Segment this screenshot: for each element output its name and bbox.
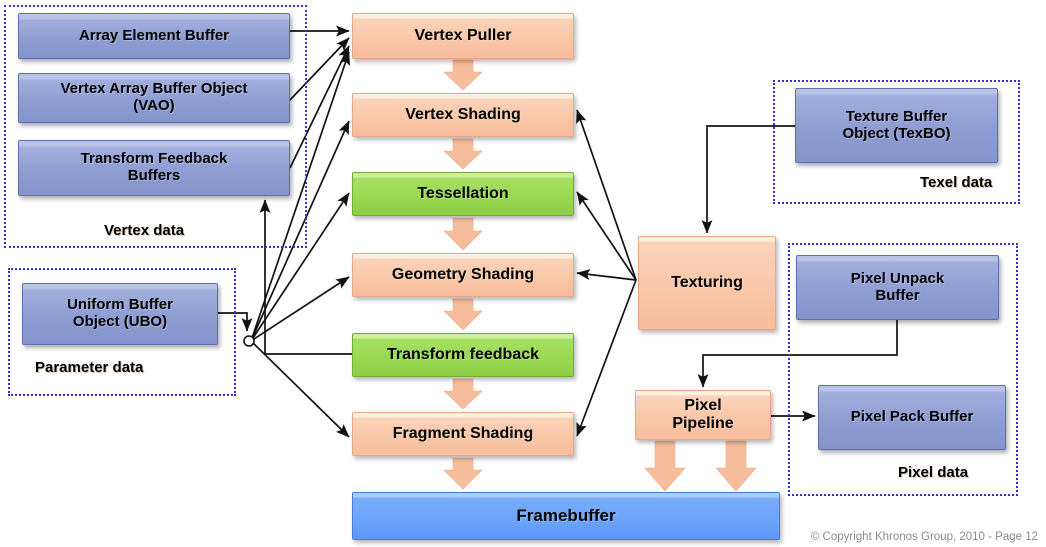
node-label-texturing: Texturing: [671, 274, 743, 292]
node-label-pixel-unpack-buffer: Pixel Unpack Buffer: [850, 269, 945, 304]
diagram-canvas: Vertex data Parameter data Texel data Pi…: [0, 0, 1046, 547]
node-texturing[interactable]: Texturing: [638, 236, 776, 330]
node-pixel-pack-buffer[interactable]: Pixel Pack Buffer: [818, 385, 1006, 450]
node-label-vertex-array-buffer-object: Vertex Array Buffer Object (VAO): [60, 80, 248, 114]
group-label-vertex-data: Vertex data: [104, 222, 185, 239]
node-geometry-shading[interactable]: Geometry Shading: [352, 253, 574, 297]
node-label-tessellation: Tessellation: [417, 185, 509, 203]
node-transform-feedback[interactable]: Transform feedback: [352, 333, 574, 377]
group-label-parameter-data: Parameter data: [35, 359, 144, 376]
node-uniform-buffer-object[interactable]: Uniform Buffer Object (UBO): [22, 283, 218, 345]
node-array-element-buffer[interactable]: Array Element Buffer: [18, 13, 290, 59]
node-transform-feedback-buffers[interactable]: Transform Feedback Buffers: [18, 140, 290, 196]
node-vertex-array-buffer-object[interactable]: Vertex Array Buffer Object (VAO): [18, 73, 290, 123]
node-label-pixel-pack-buffer: Pixel Pack Buffer: [850, 408, 974, 426]
node-texture-buffer-object[interactable]: Texture Buffer Object (TexBO): [795, 88, 998, 163]
group-label-texel-data: Texel data: [920, 174, 993, 191]
node-tessellation[interactable]: Tessellation: [352, 172, 574, 216]
node-label-array-element-buffer: Array Element Buffer: [78, 26, 230, 44]
copyright-footer: © Copyright Khronos Group, 2010 - Page 1…: [810, 531, 1038, 543]
node-label-pixel-pipeline: Pixel Pipeline: [672, 397, 734, 432]
node-label-vertex-shading: Vertex Shading: [405, 106, 521, 124]
node-label-transform-feedback: Transform feedback: [386, 346, 540, 364]
node-label-framebuffer: Framebuffer: [516, 506, 616, 526]
node-label-transform-feedback-buffers: Transform Feedback Buffers: [80, 150, 228, 184]
node-label-uniform-buffer-object: Uniform Buffer Object (UBO): [67, 296, 173, 330]
node-pixel-pipeline[interactable]: Pixel Pipeline: [635, 390, 771, 440]
node-label-fragment-shading: Fragment Shading: [392, 425, 534, 443]
node-pixel-unpack-buffer[interactable]: Pixel Unpack Buffer: [796, 255, 999, 320]
node-label-texture-buffer-object: Texture Buffer Object (TexBO): [842, 107, 951, 142]
node-fragment-shading[interactable]: Fragment Shading: [352, 412, 574, 456]
group-label-pixel-data: Pixel data: [898, 464, 969, 481]
node-vertex-puller[interactable]: Vertex Puller: [352, 13, 574, 59]
node-label-vertex-puller: Vertex Puller: [414, 27, 512, 45]
node-vertex-shading[interactable]: Vertex Shading: [352, 93, 574, 137]
node-framebuffer[interactable]: Framebuffer: [352, 492, 780, 540]
node-label-geometry-shading: Geometry Shading: [391, 266, 535, 284]
